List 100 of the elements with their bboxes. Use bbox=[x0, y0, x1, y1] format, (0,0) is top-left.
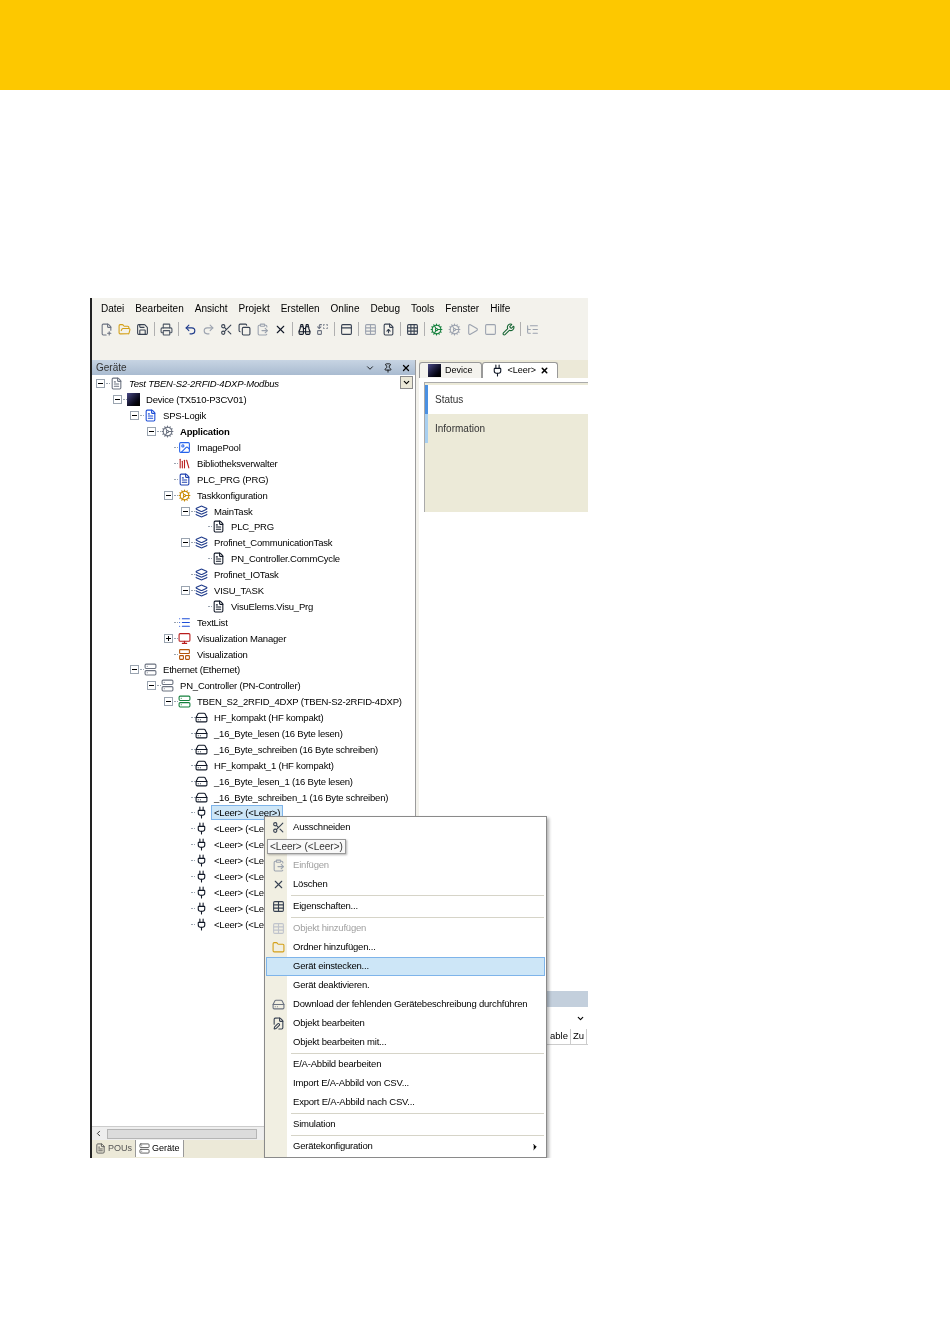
grid-icon[interactable] bbox=[406, 322, 419, 336]
menu-item[interactable]: Gerät deaktivieren. bbox=[266, 976, 545, 995]
tree-item[interactable]: Bibliotheksverwalter bbox=[194, 455, 281, 471]
tree-item[interactable]: MainTask bbox=[211, 503, 256, 519]
tree-item[interactable]: Taskkonfiguration bbox=[194, 487, 271, 503]
tree-item[interactable]: _16_Byte_schreiben_1 (16 Byte schreiben) bbox=[211, 789, 392, 805]
tree-item[interactable]: Test TBEN-S2-2RFID-4DXP-Modbus bbox=[126, 376, 282, 392]
collapse-toggle[interactable] bbox=[180, 538, 190, 548]
tree-item[interactable]: HF_kompakt (HF kompakt) bbox=[211, 710, 327, 726]
tree-item[interactable]: Application bbox=[177, 424, 233, 440]
tree-item[interactable]: <Leer> (<Le bbox=[211, 837, 267, 853]
tree-item[interactable]: PN_Controller (PN-Controller) bbox=[177, 678, 304, 694]
menu-item[interactable]: Download der fehlenden Gerätebeschreibung durchführen bbox=[266, 995, 545, 1014]
tree-item[interactable]: VisuElems.Visu_Prg bbox=[228, 598, 317, 614]
tree-item[interactable]: <Leer> (<Le bbox=[211, 869, 267, 885]
document-icon[interactable] bbox=[382, 322, 395, 336]
menu-bar-item[interactable]: Tools bbox=[410, 300, 435, 316]
menu-item[interactable]: Gerätekonfiguration bbox=[266, 1137, 545, 1156]
menu-bar-item[interactable]: Online bbox=[330, 300, 360, 316]
tree-item[interactable]: _16_Byte_lesen (16 Byte lesen) bbox=[211, 726, 346, 742]
window-icon[interactable] bbox=[340, 322, 353, 336]
collapse-toggle[interactable] bbox=[146, 427, 156, 437]
menu-item[interactable]: Ausschneiden bbox=[266, 818, 545, 837]
scroll-thumb[interactable] bbox=[107, 1128, 257, 1139]
menu-bar-item[interactable]: Datei bbox=[101, 300, 125, 316]
copy-icon[interactable] bbox=[238, 322, 251, 336]
editor-tab[interactable]: <Leer> bbox=[481, 362, 559, 378]
section-tab[interactable]: Information bbox=[425, 414, 588, 443]
tree-item[interactable]: PLC_PRG (PRG) bbox=[194, 471, 272, 487]
collapse-toggle[interactable] bbox=[112, 395, 122, 405]
binoculars-icon[interactable] bbox=[298, 322, 311, 336]
menu-bar-item[interactable]: Erstellen bbox=[280, 300, 320, 316]
collapse-toggle[interactable] bbox=[129, 665, 139, 675]
tree-item[interactable]: Visualization bbox=[194, 646, 251, 662]
menu-bar-item[interactable]: Ansicht bbox=[194, 300, 228, 316]
tree-item[interactable]: Device (TX510-P3CV01) bbox=[143, 392, 250, 408]
collapse-toggle[interactable] bbox=[180, 586, 190, 595]
tree-item[interactable]: PN_Controller.CommCycle bbox=[228, 551, 343, 567]
editor-tab[interactable]: Device bbox=[419, 362, 482, 378]
column-header[interactable]: able bbox=[548, 1029, 571, 1044]
menu-bar-item[interactable]: Bearbeiten bbox=[135, 300, 184, 316]
menu-bar-item[interactable]: Fenster bbox=[445, 300, 480, 316]
menu-item[interactable]: Objekt bearbeiten mit... bbox=[266, 1033, 545, 1052]
tree-item[interactable]: Profinet_IOTask bbox=[211, 567, 282, 583]
collapse-toggle[interactable] bbox=[146, 681, 156, 691]
menu-item[interactable]: Eigenschaften... bbox=[266, 897, 545, 916]
menu-item[interactable]: Objekt bearbeiten bbox=[266, 1014, 545, 1033]
tree-item[interactable]: SPS-Logik bbox=[160, 408, 210, 424]
printer-icon[interactable] bbox=[160, 322, 173, 336]
menu-bar-item[interactable]: Projekt bbox=[238, 300, 270, 316]
plug-icon bbox=[195, 822, 208, 836]
menu-item[interactable]: E/A-Abbild bearbeiten bbox=[266, 1055, 545, 1074]
collapse-toggle[interactable] bbox=[129, 411, 139, 421]
undo-icon[interactable] bbox=[184, 322, 197, 336]
tree-item[interactable]: Visualization Manager bbox=[194, 630, 290, 646]
tree-item[interactable]: VISU_TASK bbox=[211, 583, 267, 598]
expand-toggle[interactable] bbox=[163, 633, 173, 643]
menu-bar-item[interactable]: Debug bbox=[370, 300, 400, 316]
gears-icon[interactable] bbox=[430, 322, 443, 336]
tree-item[interactable]: <Leer> (<Leer>) bbox=[211, 805, 284, 821]
document-icon bbox=[144, 409, 157, 423]
tree-item[interactable]: _16_Byte_lesen_1 (16 Byte lesen) bbox=[211, 773, 356, 789]
tree-item[interactable]: Profinet_CommunicationTask bbox=[211, 535, 336, 551]
menu-item[interactable]: Export E/A-Abbild nach CSV... bbox=[266, 1093, 545, 1112]
collapse-toggle[interactable] bbox=[180, 506, 190, 516]
menu-item[interactable]: Ordner hinzufügen... bbox=[266, 938, 545, 957]
tree-item[interactable]: <Leer> (<Le bbox=[211, 821, 267, 837]
column-header[interactable]: Zu bbox=[570, 1029, 588, 1044]
menu-bar-item[interactable]: Hilfe bbox=[490, 300, 511, 316]
panel-tab[interactable]: Geräte bbox=[136, 1140, 184, 1157]
menu-item[interactable]: Löschen bbox=[266, 875, 545, 894]
close-icon[interactable] bbox=[540, 366, 550, 375]
tree-item[interactable]: <Leer> (<Le bbox=[211, 900, 267, 916]
collapse-toggle[interactable] bbox=[163, 490, 173, 500]
tree-item[interactable]: <Leer> (<Le bbox=[211, 916, 267, 932]
replace-icon[interactable] bbox=[316, 322, 329, 336]
tree-item[interactable]: Ethernet (Ethernet) bbox=[160, 662, 243, 678]
close-icon[interactable] bbox=[401, 362, 411, 373]
tree-item[interactable]: _16_Byte_schreiben (16 Byte schreiben) bbox=[211, 741, 382, 757]
tree-item[interactable]: HF_kompakt_1 (HF kompakt) bbox=[211, 757, 337, 773]
tree-item[interactable]: TextList bbox=[194, 614, 231, 630]
tree-item[interactable]: TBEN_S2_2RFID_4DXP (TBEN-S2-2RFID-4DXP) bbox=[194, 694, 405, 710]
save-icon[interactable] bbox=[136, 322, 149, 336]
module-icon bbox=[195, 758, 208, 772]
tree-item[interactable]: ImagePool bbox=[194, 440, 244, 455]
wrench-icon[interactable] bbox=[502, 322, 515, 336]
tree-item[interactable]: PLC_PRG bbox=[228, 519, 277, 535]
collapse-toggle[interactable] bbox=[163, 697, 173, 707]
new-file-icon[interactable] bbox=[100, 322, 113, 336]
tree-item[interactable]: <Leer> (<Le bbox=[211, 853, 267, 869]
pin-icon[interactable] bbox=[383, 362, 393, 373]
section-tab[interactable]: Status bbox=[425, 385, 588, 414]
scissors-icon[interactable] bbox=[220, 322, 233, 336]
tree-item[interactable]: <Leer> (<Le bbox=[211, 884, 267, 900]
menu-item[interactable]: Import E/A-Abbild von CSV... bbox=[266, 1074, 545, 1093]
menu-item[interactable]: Simulation bbox=[266, 1115, 545, 1134]
collapse-toggle[interactable] bbox=[95, 379, 105, 389]
scroll-left-icon[interactable] bbox=[94, 1129, 103, 1138]
menu-item[interactable]: Gerät einstecken... bbox=[266, 957, 545, 976]
dropdown-button[interactable] bbox=[400, 376, 413, 389]
